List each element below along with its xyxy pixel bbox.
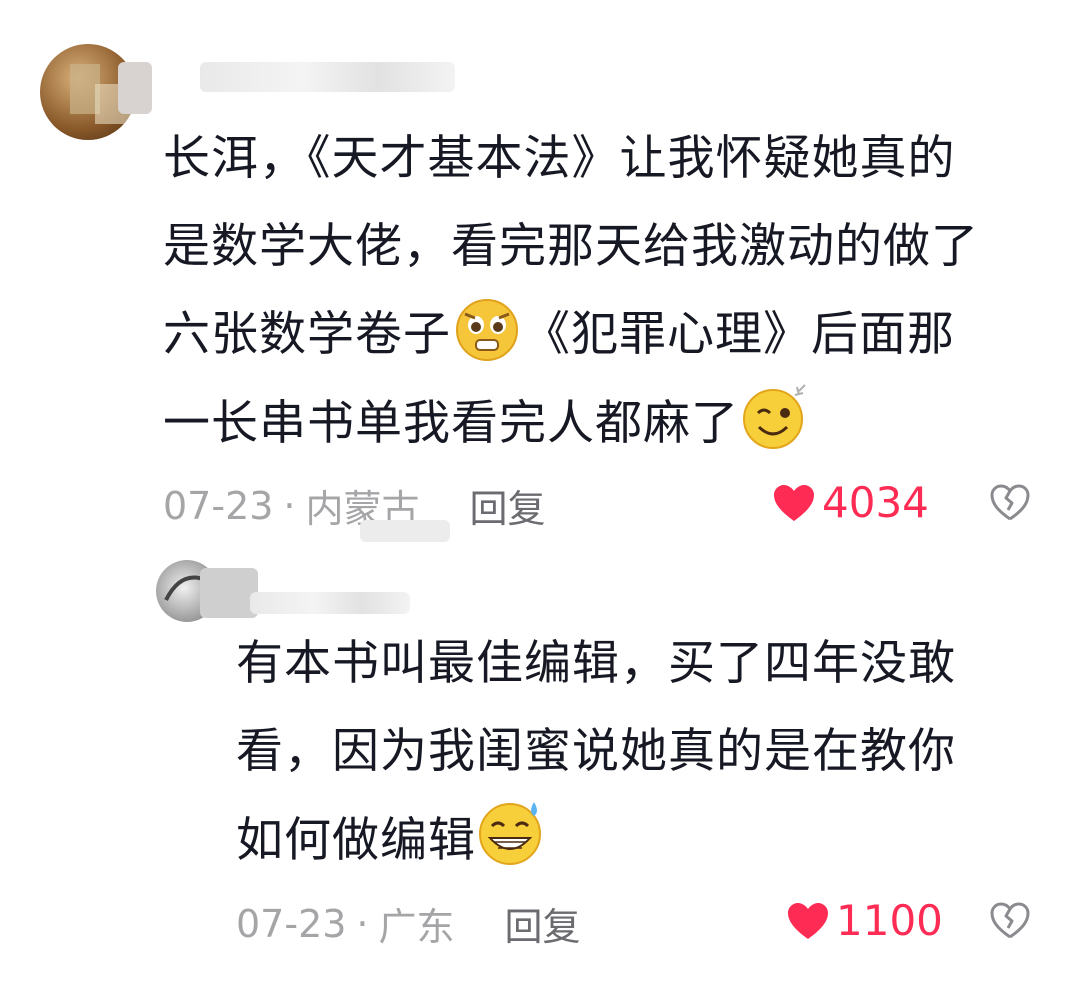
username-blurred[interactable] [200, 62, 455, 92]
like-count: 4034 [822, 478, 929, 527]
comment-line-with-emoji: 如何做编辑 [236, 796, 1036, 885]
grin-sweat-emoji [479, 802, 541, 865]
comment-line: 看，因为我闺蜜说她真的是在教你 [236, 724, 956, 779]
broken-heart-icon [990, 902, 1030, 939]
username-blurred [250, 592, 410, 614]
comment-2: 有本书叫最佳编辑，买了四年没敢 看，因为我闺蜜说她真的是在教你 如何做编辑 07… [0, 540, 1080, 981]
meta-separator: · [356, 901, 369, 946]
heart-icon [788, 902, 828, 939]
comment-line-with-emoji: 六张数学卷子 《犯罪心理》后面那 [163, 291, 1043, 379]
dislike-button[interactable] [990, 484, 1030, 526]
reply-button[interactable]: 回复 [505, 896, 581, 951]
meta-separator: · [283, 483, 296, 528]
comment-line: 长洱，《天才基本法》让我怀疑她真的 [163, 131, 956, 186]
username-blurred-tail [118, 62, 152, 114]
username-blurred-edge [360, 520, 450, 542]
like-count: 1100 [836, 896, 943, 945]
dislike-button[interactable] [990, 902, 1030, 944]
like-button[interactable]: 4034 [772, 478, 929, 527]
broken-heart-icon [990, 484, 1030, 521]
comment-date: 07-23 [236, 901, 347, 946]
crying-face-emoji [456, 299, 518, 361]
comment-line: 是数学大佬，看完那天给我激动的做了 [163, 219, 979, 274]
comment-date: 07-23 [163, 483, 274, 528]
reply-button[interactable]: 回复 [470, 478, 546, 533]
heart-icon [774, 484, 814, 521]
like-button[interactable]: 1100 [786, 896, 943, 945]
comment-text: 有本书叫最佳编辑，买了四年没敢 看，因为我闺蜜说她真的是在教你 如何做编辑 [236, 620, 1036, 885]
comment-line-with-emoji: 一长串书单我看完人都麻了 [163, 379, 1043, 468]
comment-meta: 07-23 · 内蒙古 回复 [163, 478, 546, 533]
comment-text: 长洱，《天才基本法》让我怀疑她真的 是数学大佬，看完那天给我激动的做了 六张数学… [163, 115, 1043, 468]
username-blurred[interactable] [200, 568, 258, 618]
comment-1: 长洱，《天才基本法》让我怀疑她真的 是数学大佬，看完那天给我激动的做了 六张数学… [0, 0, 1080, 540]
comment-meta: 07-23 · 广东 回复 [236, 896, 581, 951]
comment-line: 有本书叫最佳编辑，买了四年没敢 [236, 636, 956, 691]
grinning-sparkle-emoji [743, 384, 806, 449]
comment-location: 广东 [378, 905, 455, 949]
